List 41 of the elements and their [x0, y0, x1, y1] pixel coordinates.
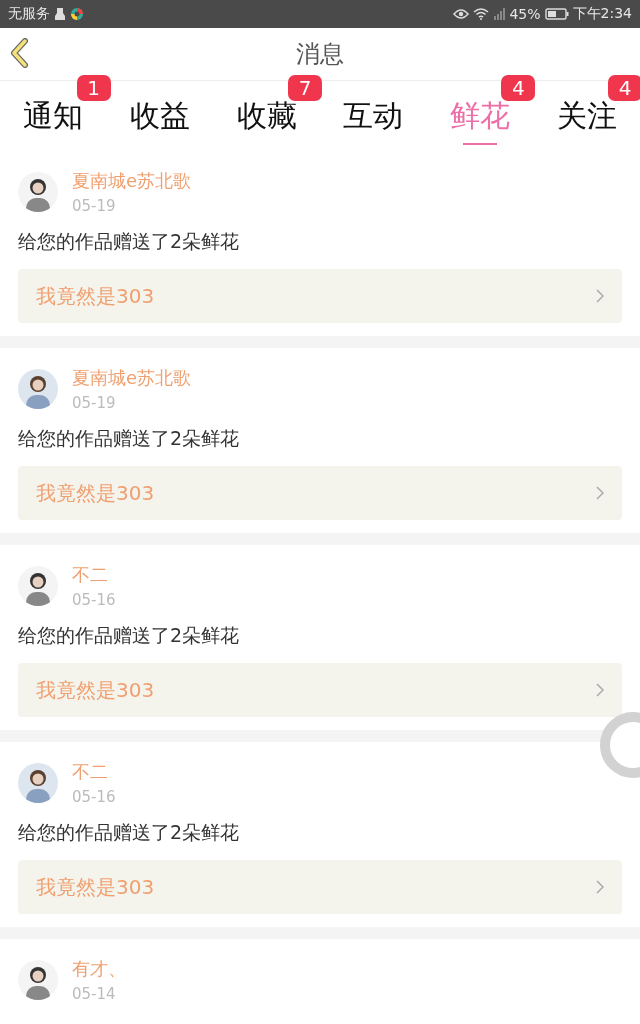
chevron-right-icon — [596, 683, 604, 697]
message-text: 给您的作品赠送了2朵鲜花 — [18, 820, 241, 845]
work-link[interactable]: 我竟然是303 — [18, 663, 622, 717]
battery-percent: 45% — [509, 6, 541, 22]
tab[interactable]: 收益 — [130, 95, 190, 137]
message-text: 给您的作品赠送了2朵鲜花 — [18, 229, 241, 254]
user-name[interactable]: 不二 — [72, 760, 116, 784]
message-text: 给您的作品赠送了2朵鲜花 — [18, 426, 241, 451]
back-button[interactable] — [10, 38, 30, 68]
page-title: 消息 — [296, 39, 344, 70]
chevron-right-icon — [596, 289, 604, 303]
user-name[interactable]: 夏南城e苏北歌 — [72, 169, 192, 193]
notification-icon — [54, 7, 66, 21]
user-name[interactable]: 不二 — [72, 563, 116, 587]
date-text: 05-16 — [72, 591, 116, 609]
eye-icon — [453, 8, 470, 20]
work-link[interactable]: 我竟然是303 — [18, 269, 622, 323]
date-text: 05-14 — [72, 985, 117, 1003]
work-link[interactable]: 我竟然是303 — [18, 466, 622, 520]
count-badge: 7 — [288, 75, 322, 101]
back-icon — [10, 38, 30, 68]
tab[interactable]: 互动 — [343, 95, 404, 137]
count-badge: 4 — [501, 75, 536, 101]
user-name[interactable]: 有才、 — [72, 957, 126, 981]
chevron-right-icon — [596, 486, 604, 500]
wifi-icon — [473, 8, 490, 20]
chevron-right-icon — [596, 880, 604, 894]
carrier-text: 无服务 — [8, 5, 50, 23]
count-badge: 4 — [608, 75, 640, 101]
app-icon — [70, 7, 84, 21]
date-text: 05-19 — [72, 394, 117, 412]
date-text: 05-19 — [72, 197, 117, 215]
signal-icon — [493, 8, 506, 20]
tab-underline — [463, 143, 497, 145]
message-text: 给您的作品赠送了2朵鲜花 — [18, 623, 241, 648]
work-link[interactable]: 我竟然是303 — [18, 860, 622, 914]
date-text: 05-16 — [72, 788, 116, 806]
clock-text: 下午2:34 — [572, 5, 632, 23]
count-badge: 1 — [76, 75, 111, 101]
battery-icon — [544, 8, 569, 20]
user-name[interactable]: 夏南城e苏北歌 — [72, 366, 192, 390]
